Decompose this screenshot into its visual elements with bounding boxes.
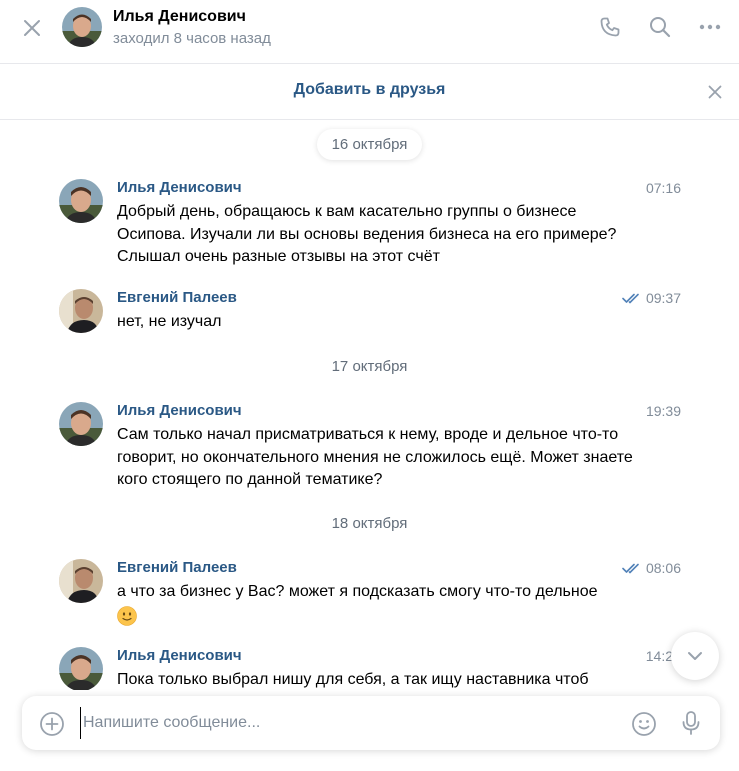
avatar[interactable] [59, 402, 103, 446]
avatar[interactable] [62, 7, 102, 47]
message-history[interactable]: 16 октября Илья Денисович 07:16 Добрый д… [0, 120, 739, 690]
smile-icon [632, 712, 656, 736]
date-label: 18 октября [331, 515, 408, 532]
date-separator: 18 октября [0, 508, 739, 539]
date-separator: 17 октября [0, 351, 739, 382]
search-button[interactable] [646, 13, 674, 41]
message-item: Илья Денисович 07:16 Добрый день, обраща… [0, 179, 739, 269]
chevron-down-icon [688, 652, 702, 660]
attach-button[interactable] [38, 710, 66, 738]
message-author[interactable]: Евгений Палеев [117, 289, 237, 306]
message-text-content: а что за бизнес у Вас? может я подсказат… [117, 583, 598, 600]
avatar[interactable] [59, 647, 103, 690]
message-text: а что за бизнес у Вас? может я подсказат… [117, 581, 637, 633]
date-separator: 16 октября [0, 129, 739, 160]
read-checkmark-icon [622, 563, 639, 574]
message-time-label: 09:37 [645, 290, 681, 306]
chat-header: Илья Денисович заходил 8 часов назад [0, 0, 739, 64]
close-icon [24, 20, 40, 36]
avatar[interactable] [59, 289, 103, 333]
message-time-label: 07:16 [645, 180, 681, 196]
close-button[interactable] [18, 14, 46, 42]
message-time: 08:06 [622, 560, 681, 576]
emoji-button[interactable] [630, 710, 658, 738]
message-author[interactable]: Илья Денисович [117, 647, 242, 664]
more-icon [699, 24, 721, 30]
message-composer [22, 696, 720, 750]
avatar[interactable] [59, 179, 103, 223]
date-label: 17 октября [331, 358, 408, 375]
message-item: Илья Денисович 14:2 Пока только выбрал н… [0, 647, 739, 690]
contact-status: заходил 8 часов назад [113, 30, 271, 47]
message-time: 09:37 [622, 290, 681, 306]
message-time-label: 19:39 [645, 403, 681, 419]
message-text: Сам только начал присматриваться к нему,… [117, 426, 633, 488]
add-friend-bar: Добавить в друзья [0, 64, 739, 120]
composer-area [0, 690, 739, 771]
message-time: 07:16 [646, 180, 681, 196]
avatar[interactable] [59, 559, 103, 603]
call-button[interactable] [596, 13, 624, 41]
message-time-label: 14:2 [645, 648, 673, 664]
phone-icon [600, 17, 620, 37]
message-author[interactable]: Илья Денисович [117, 179, 242, 196]
dismiss-friend-bar-button[interactable] [705, 82, 725, 102]
message-author[interactable]: Евгений Палеев [117, 559, 237, 576]
microphone-icon [682, 711, 700, 735]
message-text: Добрый день, обращаюсь к вам касательно … [117, 203, 617, 265]
scroll-to-bottom-button[interactable] [671, 632, 719, 680]
message-input[interactable] [80, 707, 610, 739]
chat-window: Илья Денисович заходил 8 часов назад Доб… [0, 0, 739, 771]
more-button[interactable] [696, 13, 724, 41]
add-friend-button[interactable]: Добавить в друзья [0, 81, 739, 99]
search-icon [650, 17, 671, 38]
contact-name[interactable]: Илья Денисович [113, 8, 246, 26]
date-label: 16 октября [316, 129, 423, 160]
message-item: Евгений Палеев 08:06 а что за бизнес у В… [0, 559, 739, 629]
message-author[interactable]: Илья Денисович [117, 402, 242, 419]
message-time: 19:39 [646, 403, 681, 419]
message-text: нет, не изучал [117, 313, 222, 330]
message-time-label: 08:06 [645, 560, 681, 576]
message-text: Пока только выбрал нишу для себя, а так … [117, 671, 589, 688]
add-circle-icon [40, 712, 64, 736]
voice-message-button[interactable] [677, 709, 705, 737]
message-time: 14:2 [646, 648, 673, 664]
message-item: Евгений Палеев 09:37 нет, не изучал [0, 289, 739, 339]
message-item: Илья Денисович 19:39 Сам только начал пр… [0, 402, 739, 492]
read-checkmark-icon [622, 293, 639, 304]
close-icon [708, 85, 722, 99]
slightly-smiling-emoji-icon [117, 605, 137, 626]
